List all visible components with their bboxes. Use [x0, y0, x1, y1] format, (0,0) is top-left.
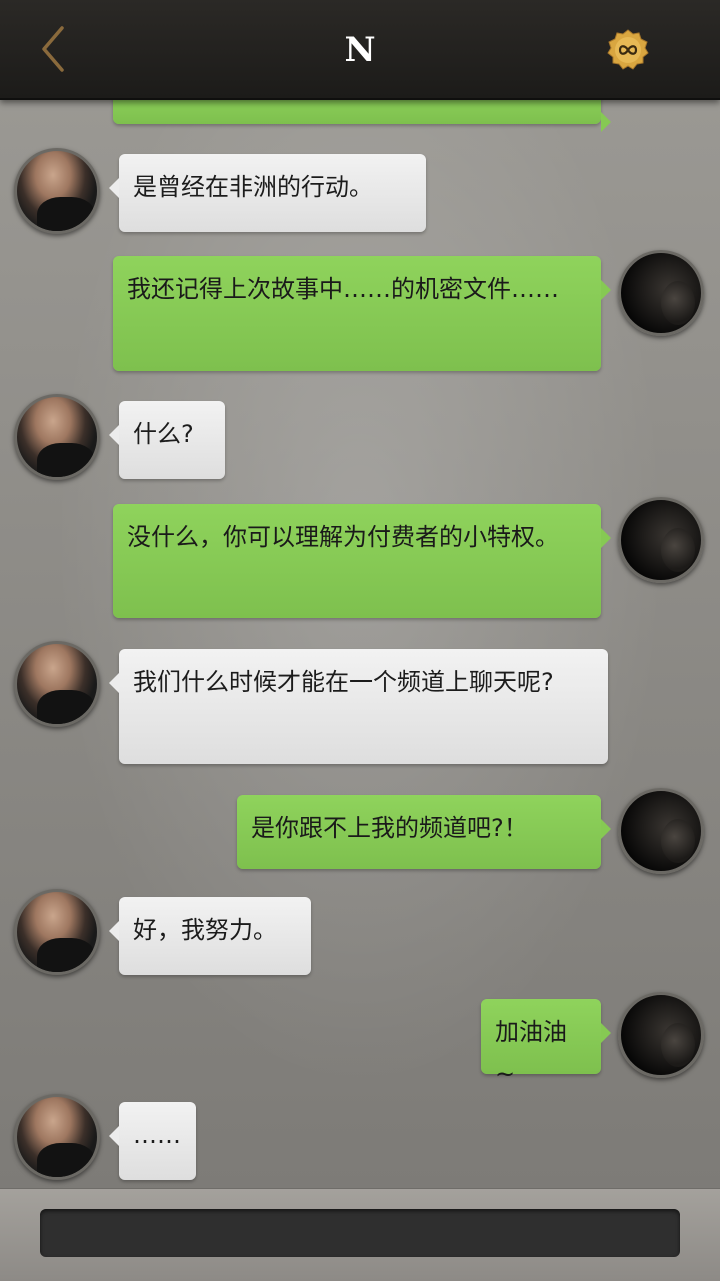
top-bar: N	[0, 0, 720, 100]
contact-avatar[interactable]	[14, 394, 100, 480]
message-bubble: 是曾经在非洲的行动。	[109, 154, 426, 232]
message-bubble: 没什么，你可以理解为付费者的小特权。	[113, 504, 611, 618]
input-area	[0, 1188, 720, 1281]
contact-avatar[interactable]	[14, 148, 100, 234]
contact-avatar[interactable]	[14, 889, 100, 975]
user-avatar[interactable]	[618, 497, 704, 583]
chat-area[interactable]: 是曾经在非洲的行动。 我还记得上次故事中……的机密文件…… 什么? 没什么，你可…	[0, 100, 720, 1188]
user-avatar[interactable]	[618, 992, 704, 1078]
message-bubble: 是你跟不上我的频道吧?！	[237, 795, 611, 869]
contact-avatar[interactable]	[14, 641, 100, 727]
contact-avatar[interactable]	[14, 1094, 100, 1180]
infinity-badge-icon	[607, 29, 649, 70]
user-avatar[interactable]	[618, 250, 704, 336]
message-bubble: 我还记得上次故事中……的机密文件……	[113, 256, 611, 371]
message-input[interactable]	[40, 1209, 680, 1257]
message-bubble: 我们什么时候才能在一个频道上聊天呢?	[109, 649, 608, 764]
message-bubble: 加油油~	[481, 999, 611, 1088]
message-bubble: 好，我努力。	[109, 897, 311, 975]
message-bubble: ……	[109, 1102, 196, 1180]
user-avatar[interactable]	[618, 788, 704, 874]
message-bubble: 什么?	[109, 401, 225, 479]
message-bubble	[113, 100, 611, 132]
infinity-badge-button[interactable]	[606, 28, 650, 72]
